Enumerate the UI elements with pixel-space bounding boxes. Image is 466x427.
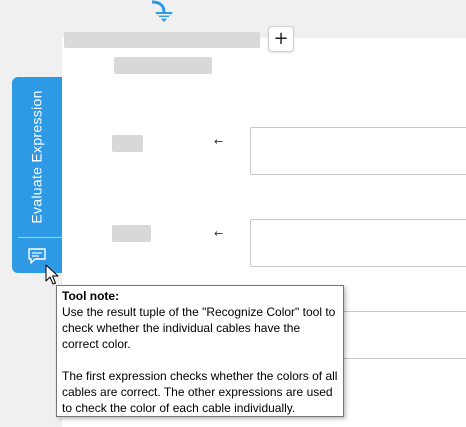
tool-note-tooltip: Tool note: Use the result tuple of the "… xyxy=(56,285,344,417)
assign-arrow: ← xyxy=(214,135,224,148)
assign-arrow: ← xyxy=(214,227,224,240)
flow-arrow-icon xyxy=(151,0,173,22)
tooltip-paragraph: Use the result tuple of the "Recognize C… xyxy=(62,305,336,351)
evaluate-expression-label: Evaluate Expression xyxy=(29,90,46,224)
tooltip-title: Tool note: xyxy=(62,289,120,303)
add-button[interactable]: + xyxy=(268,26,294,52)
mouse-cursor-icon xyxy=(45,264,59,285)
row-label-placeholder xyxy=(112,135,143,152)
comment-icon xyxy=(28,247,46,264)
expression-input[interactable] xyxy=(250,127,466,175)
evaluate-expression-tab[interactable]: Evaluate Expression xyxy=(12,77,62,273)
section-title-placeholder xyxy=(114,57,212,74)
tooltip-paragraph: The first expression checks whether the … xyxy=(62,369,338,415)
expression-input[interactable] xyxy=(250,219,466,267)
row-label-placeholder xyxy=(112,225,151,242)
tool-name-placeholder xyxy=(64,32,260,48)
